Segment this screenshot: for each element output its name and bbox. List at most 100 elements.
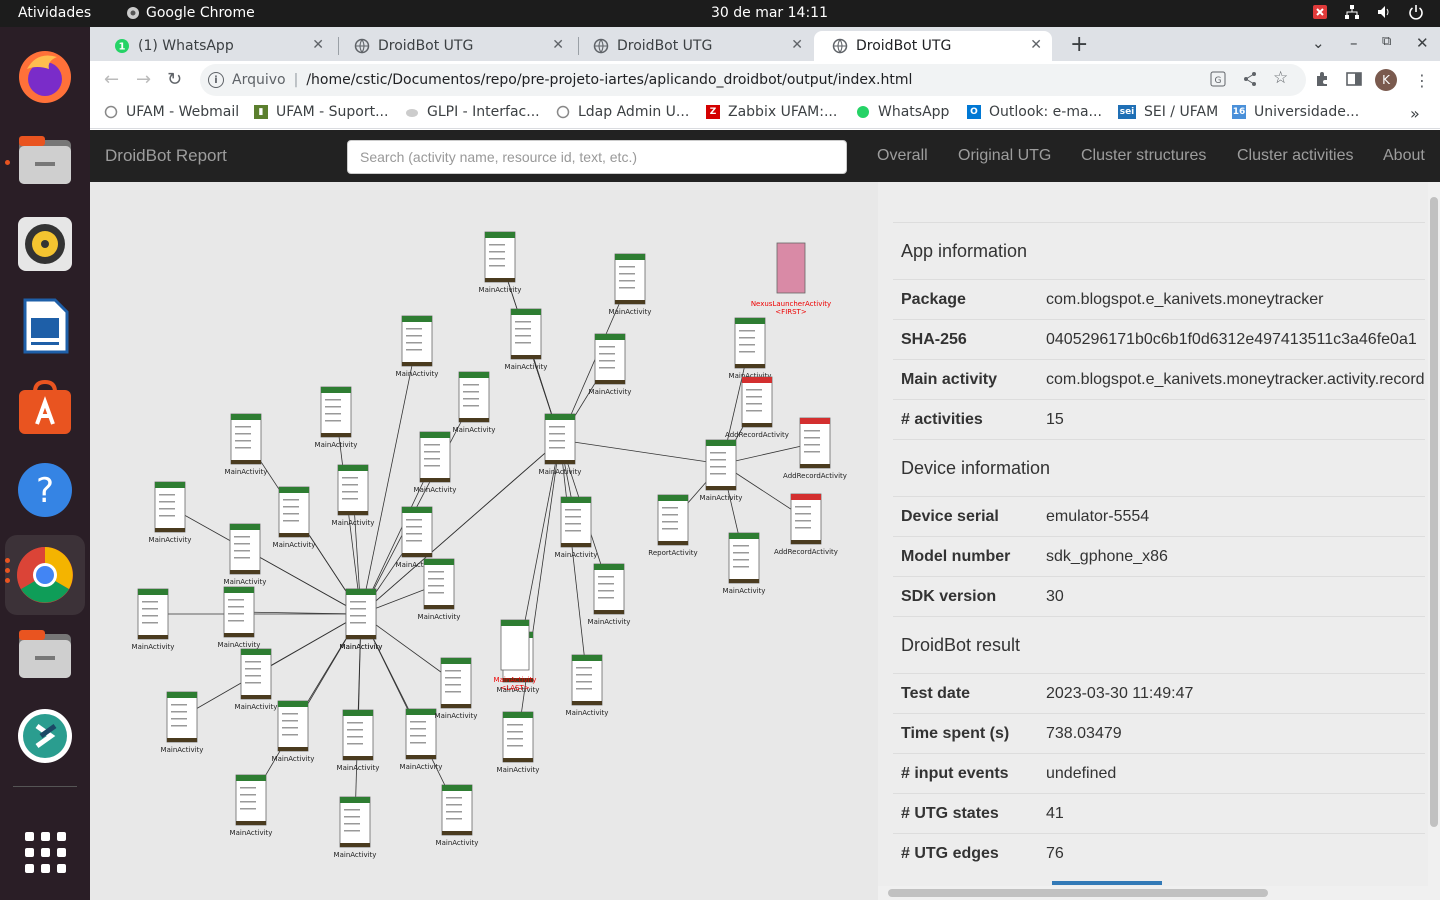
utg-node[interactable]: MainActivity [414,431,457,494]
site-info-icon[interactable]: i [208,72,224,88]
utg-node[interactable]: MainActivity [609,253,652,316]
reload-button[interactable]: ↻ [167,69,182,90]
bookmark-outlook[interactable]: O Outlook: e-ma... [967,104,1102,120]
utg-node[interactable]: MainActivity [566,654,609,717]
bookmark-ufam-suporte[interactable]: ▮ UFAM - Suport... [254,104,388,120]
network-icon[interactable] [1344,4,1360,20]
minimize-button[interactable]: – [1350,34,1358,52]
utg-node[interactable]: AddRecordActivity [774,493,838,556]
utg-node[interactable]: MainActivity [435,657,478,720]
close-tab-icon[interactable]: ✕ [312,37,324,53]
utg-node[interactable]: MainActivity [589,333,632,396]
volume-icon[interactable] [1376,4,1392,20]
utg-node[interactable]: MainActivity [334,796,377,859]
files-icon[interactable] [17,132,73,188]
chrome-dock-icon[interactable] [5,535,85,615]
close-tab-icon[interactable]: ✕ [1030,37,1042,53]
utg-node[interactable]: ReportActivity [648,494,698,557]
bookmark-glpi[interactable]: GLPI - Interfac... [405,104,540,120]
address-bar[interactable]: i Arquivo | /home/cstic/Documentos/repo/… [200,64,1306,96]
back-button[interactable]: ← [104,69,119,90]
utg-node[interactable]: MainActivity [396,315,439,378]
restore-button[interactable]: ⧉ [1382,34,1391,49]
clock[interactable]: 30 de mar 14:11 [711,5,828,21]
utg-node[interactable]: MainActivity [224,523,267,586]
utg-node[interactable]: MainActivity [149,481,192,544]
firefox-icon[interactable] [17,49,73,105]
nav-cluster-structures[interactable]: Cluster structures [1081,147,1206,165]
power-icon[interactable] [1408,4,1424,20]
more-bookmarks-icon[interactable]: » [1410,104,1420,123]
utg-node[interactable]: MainActivity [132,588,175,651]
utg-node[interactable]: AddRecordActivity [783,417,847,480]
menu-kebab-icon[interactable]: ⋮ [1414,71,1430,90]
share-icon[interactable] [1242,71,1258,91]
utg-node[interactable]: MainActivity [505,308,548,371]
help-icon[interactable]: ? [17,462,73,518]
side-panel-icon[interactable] [1346,71,1362,91]
bookmark-universidade[interactable]: 16 Universidade... [1232,104,1359,120]
utg-node[interactable]: MainActivity [337,709,380,772]
bookmark-ufam-webmail[interactable]: UFAM - Webmail [104,104,239,120]
nav-overall[interactable]: Overall [877,147,928,165]
remote-desktop-tray-icon[interactable] [1312,4,1328,20]
tab-droidbot-2[interactable]: DroidBot UTG ✕ [575,31,813,61]
utg-node[interactable]: MainActivity [453,371,496,434]
utg-first-node[interactable]: NexusLauncherActivity<FIRST> [751,242,831,316]
close-window-button[interactable]: ✕ [1416,34,1429,52]
close-tab-icon[interactable]: ✕ [552,37,564,53]
bookmark-ldap-admin[interactable]: Ldap Admin U... [556,104,689,120]
search-input[interactable] [347,140,847,174]
software-store-icon[interactable] [17,380,73,436]
utg-node[interactable]: MainActivity [497,711,540,774]
utg-node[interactable]: MainActivity [218,586,261,649]
utg-node[interactable]: MainActivity [332,464,375,527]
bookmark-zabbix[interactable]: Z Zabbix UFAM:... [706,104,837,120]
utg-node[interactable]: MainActivity [479,231,522,294]
tab-search-icon[interactable]: ⌄ [1312,34,1325,52]
app-menu[interactable]: Google Chrome [126,5,255,21]
utg-node[interactable]: MainActivity [315,386,358,449]
profile-avatar[interactable]: K [1375,69,1397,91]
utg-node[interactable]: MainActivity [230,774,273,837]
forward-button[interactable]: → [136,69,151,90]
activities-button[interactable]: Atividades [18,5,91,21]
utg-node[interactable]: MainActivity [273,486,316,549]
writer-icon[interactable] [17,298,73,354]
address-url[interactable]: /home/cstic/Documentos/repo/pre-projeto-… [306,72,912,88]
horizontal-scrollbar[interactable] [878,886,1428,900]
utg-node[interactable]: MainActivity [729,317,772,380]
vertical-scrollbar[interactable] [1428,182,1440,900]
bookmark-star-icon[interactable]: ☆ [1273,68,1288,88]
utg-node[interactable]: MainActivity [436,784,479,847]
nav-cluster-activities[interactable]: Cluster activities [1237,147,1353,165]
tab-droidbot-active[interactable]: DroidBot UTG ✕ [814,31,1052,61]
extensions-icon[interactable] [1314,71,1330,91]
tab-whatsapp[interactable]: 1 (1) WhatsApp ✕ [96,31,334,61]
utg-node[interactable]: MainActivity [161,691,204,754]
utg-node[interactable]: MainActivity [340,588,383,651]
files-icon-2[interactable] [17,626,73,682]
brand-link[interactable]: DroidBot Report [105,146,227,166]
utg-node[interactable]: MainActivity [588,563,631,626]
translate-icon[interactable]: G [1210,71,1226,91]
utg-node[interactable]: MainActivity [700,439,743,502]
bookmark-sei-ufam[interactable]: sei SEI / UFAM [1118,104,1218,120]
close-tab-icon[interactable]: ✕ [791,37,803,53]
utg-node[interactable]: MainActivity [555,496,598,559]
nav-about[interactable]: About [1383,147,1425,165]
show-applications-icon[interactable] [17,824,73,880]
bookmark-whatsapp[interactable]: WhatsApp [856,104,949,120]
utg-node[interactable]: MainActivity [539,413,582,476]
utg-node[interactable]: MainActivity [225,413,268,476]
utg-node[interactable]: MainActivity [723,532,766,595]
nav-original-utg[interactable]: Original UTG [958,147,1051,165]
utg-graph[interactable]: MainActivity MainActivity MainActivity Main… [90,182,878,900]
new-tab-button[interactable]: + [1070,32,1088,57]
utg-graph-canvas[interactable]: MainActivity MainActivity MainActivity Main… [90,182,878,900]
rhythmbox-icon[interactable] [17,216,73,272]
utg-node[interactable]: MainActivity [235,648,278,711]
utg-node[interactable]: MainActivity [418,558,461,621]
tab-droidbot-1[interactable]: DroidBot UTG ✕ [336,31,574,61]
remote-desktop-icon[interactable] [17,708,73,764]
